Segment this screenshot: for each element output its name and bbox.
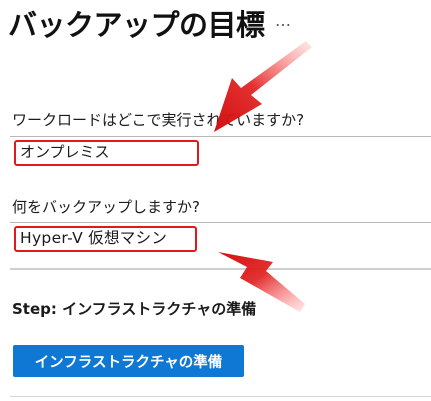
workload-location-dropdown[interactable]: オンプレミス xyxy=(14,140,199,166)
bottom-divider xyxy=(10,396,431,397)
step-heading: Step: インフラストラクチャの準備 xyxy=(12,300,257,318)
section-divider xyxy=(10,268,431,270)
backup-item-label: 何をバックアップしますか? xyxy=(12,198,200,216)
backup-item-dropdown[interactable]: Hyper-V 仮想マシン xyxy=(14,226,197,252)
page-title: バックアップの目標 xyxy=(8,8,265,42)
backup-item-row: Hyper-V 仮想マシン xyxy=(10,222,431,255)
workload-location-label: ワークロードはどこで実行されていますか? xyxy=(12,111,305,129)
more-options-icon[interactable]: … xyxy=(275,11,292,30)
workload-location-row: オンプレミス xyxy=(10,136,431,169)
prepare-infrastructure-button[interactable]: インフラストラクチャの準備 xyxy=(13,345,244,377)
